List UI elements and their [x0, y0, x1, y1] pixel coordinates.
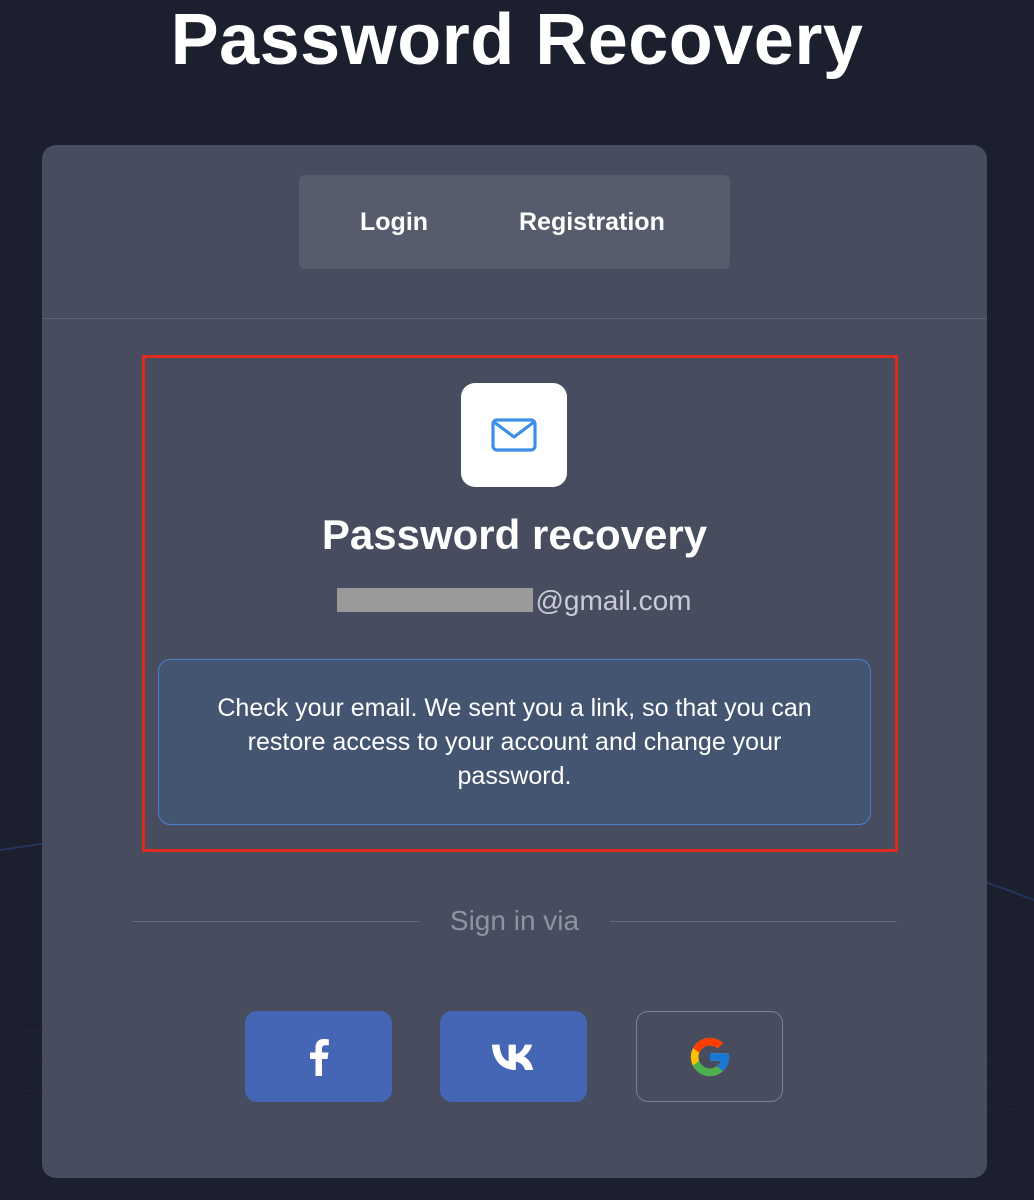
signin-label: Sign in via	[449, 905, 580, 936]
redacted-email-user	[337, 588, 534, 612]
signin-line-left	[132, 921, 419, 922]
email-address: @gmail.com	[42, 583, 987, 619]
mail-icon-tile	[461, 383, 567, 487]
google-icon	[690, 1037, 729, 1076]
signin-line-right	[610, 921, 897, 922]
vk-icon	[491, 1044, 533, 1070]
facebook-signin-button[interactable]	[245, 1011, 392, 1102]
vk-signin-button[interactable]	[440, 1011, 587, 1102]
recovery-heading: Password recovery	[321, 511, 708, 558]
recovery-message-box: Check your email. We sent you a link, so…	[158, 659, 871, 825]
auth-card: Login Registration Password recovery @gm…	[42, 145, 987, 1178]
facebook-icon	[309, 1038, 329, 1076]
auth-tabs: Login Registration	[299, 175, 730, 269]
tab-registration[interactable]: Registration	[519, 175, 665, 269]
google-signin-button[interactable]	[636, 1011, 783, 1102]
email-domain: @gmail.com	[535, 585, 692, 616]
tabs-divider	[42, 318, 987, 319]
recovery-message: Check your email. We sent you a link, so…	[217, 694, 812, 790]
tab-login[interactable]: Login	[360, 175, 428, 269]
mail-icon	[491, 418, 537, 452]
signin-divider: Sign in via	[132, 901, 897, 941]
page-title: Password Recovery	[170, 0, 864, 80]
